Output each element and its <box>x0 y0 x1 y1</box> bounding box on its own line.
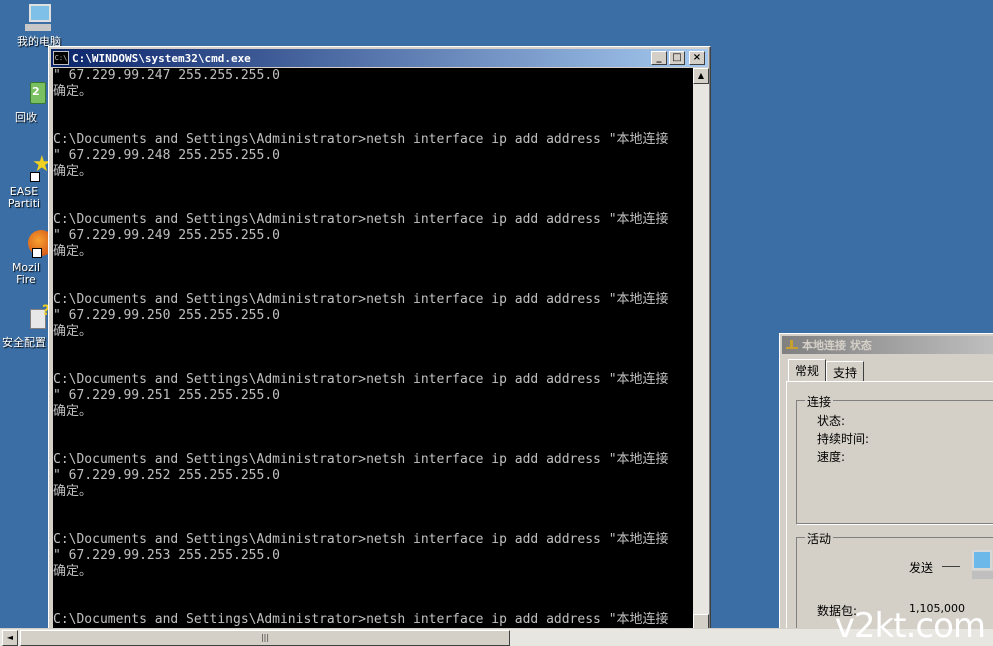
cmd-window[interactable]: C:\ C:\WINDOWS\system32\cmd.exe _ □ × " … <box>48 46 711 630</box>
console-line: C:\Documents and Settings\Administrator>… <box>53 612 669 627</box>
partition-app-icon: ★ <box>8 152 52 184</box>
network-connection-icon <box>785 339 799 351</box>
console-line: C:\Documents and Settings\Administrator>… <box>53 292 669 307</box>
security-config-icon: ? <box>8 303 50 335</box>
scroll-up-arrow-icon[interactable]: ▲ <box>693 68 709 84</box>
tab-support[interactable]: 支持 <box>826 361 865 381</box>
desktop-icon-label: 回收 <box>15 111 37 124</box>
duration-label: 持续时间: <box>817 432 870 446</box>
recycle-bin-icon: 2 <box>10 78 46 110</box>
console-line: 确定。 <box>53 244 93 259</box>
console-line: 确定。 <box>53 164 93 179</box>
firefox-icon <box>10 228 54 260</box>
desktop-icon-firefox[interactable]: Mozil Fire <box>2 228 54 286</box>
status-dialog-titlebar[interactable]: 本地连接 状态 <box>782 336 993 354</box>
activity-group-label: 活动 <box>805 530 834 547</box>
computer-activity-icon <box>972 550 993 580</box>
console-line: " 67.229.99.250 255.255.255.0 <box>53 308 280 323</box>
console-line: C:\Documents and Settings\Administrator>… <box>53 372 669 387</box>
status-tabs: 常规 支持 <box>788 359 865 381</box>
console-line: C:\Documents and Settings\Administrator>… <box>53 212 669 227</box>
status-label: 状态: <box>817 414 846 428</box>
console-line: " 67.229.99.253 255.255.255.0 <box>53 548 280 563</box>
console-line: " 67.229.99.247 255.255.255.0 <box>53 68 280 83</box>
vertical-scrollbar[interactable]: ▲ <box>693 68 709 630</box>
console-line: C:\Documents and Settings\Administrator>… <box>53 532 669 547</box>
console-line: C:\Documents and Settings\Administrator>… <box>53 452 669 467</box>
sent-line <box>942 566 960 567</box>
console-line: 确定。 <box>53 404 93 419</box>
maximize-button[interactable]: □ <box>669 51 685 65</box>
desktop-icon-security-config[interactable]: ? 安全配置 <box>0 303 50 349</box>
console-line: 确定。 <box>53 484 93 499</box>
cmd-titlebar[interactable]: C:\ C:\WINDOWS\system32\cmd.exe _ □ × <box>51 49 708 67</box>
scroll-left-arrow-icon[interactable]: ◄ <box>2 630 18 646</box>
cmd-window-title: C:\WINDOWS\system32\cmd.exe <box>72 51 251 65</box>
desktop-icon-my-computer[interactable]: 我的电脑 <box>9 2 69 48</box>
horizontal-scroll-thumb[interactable]: ||| <box>20 630 510 646</box>
minimize-button[interactable]: _ <box>651 51 667 65</box>
watermark: v2kt.com <box>834 606 986 646</box>
desktop-icon-partition[interactable]: ★ EASE Partiti <box>0 152 52 210</box>
desktop-icon-recycle-bin[interactable]: 2 回收 <box>2 78 50 124</box>
console-line: 确定。 <box>53 564 93 579</box>
connection-group-label: 连接 <box>805 393 834 410</box>
desktop-icon-label-line2: Fire <box>16 273 36 286</box>
my-computer-icon <box>23 2 55 34</box>
console-line: C:\Documents and Settings\Administrator>… <box>53 132 669 147</box>
sent-label: 发送 <box>909 561 934 575</box>
console-output[interactable]: " 67.229.99.247 255.255.255.0 确定。 C:\Docum… <box>53 68 693 630</box>
console-line: " 67.229.99.252 255.255.255.0 <box>53 468 280 483</box>
console-line: " 67.229.99.249 255.255.255.0 <box>53 228 280 243</box>
connection-status-dialog[interactable]: 本地连接 状态 常规 支持 连接 状态: 持续时间: 速度: 活动 发送 数据包… <box>779 333 993 641</box>
status-dialog-title: 本地连接 状态 <box>802 339 872 352</box>
tab-general[interactable]: 常规 <box>788 359 827 381</box>
console-line: 确定。 <box>53 324 93 339</box>
console-line: " 67.229.99.248 255.255.255.0 <box>53 148 280 163</box>
console-line: 确定。 <box>53 84 93 99</box>
console-line: " 67.229.99.251 255.255.255.0 <box>53 388 280 403</box>
close-button[interactable]: × <box>689 51 705 65</box>
cmd-app-icon[interactable]: C:\ <box>53 51 69 65</box>
speed-label: 速度: <box>817 450 846 464</box>
desktop-icon-label-line2: Partiti <box>7 197 41 210</box>
desktop-icon-label: 安全配置 <box>2 336 46 349</box>
